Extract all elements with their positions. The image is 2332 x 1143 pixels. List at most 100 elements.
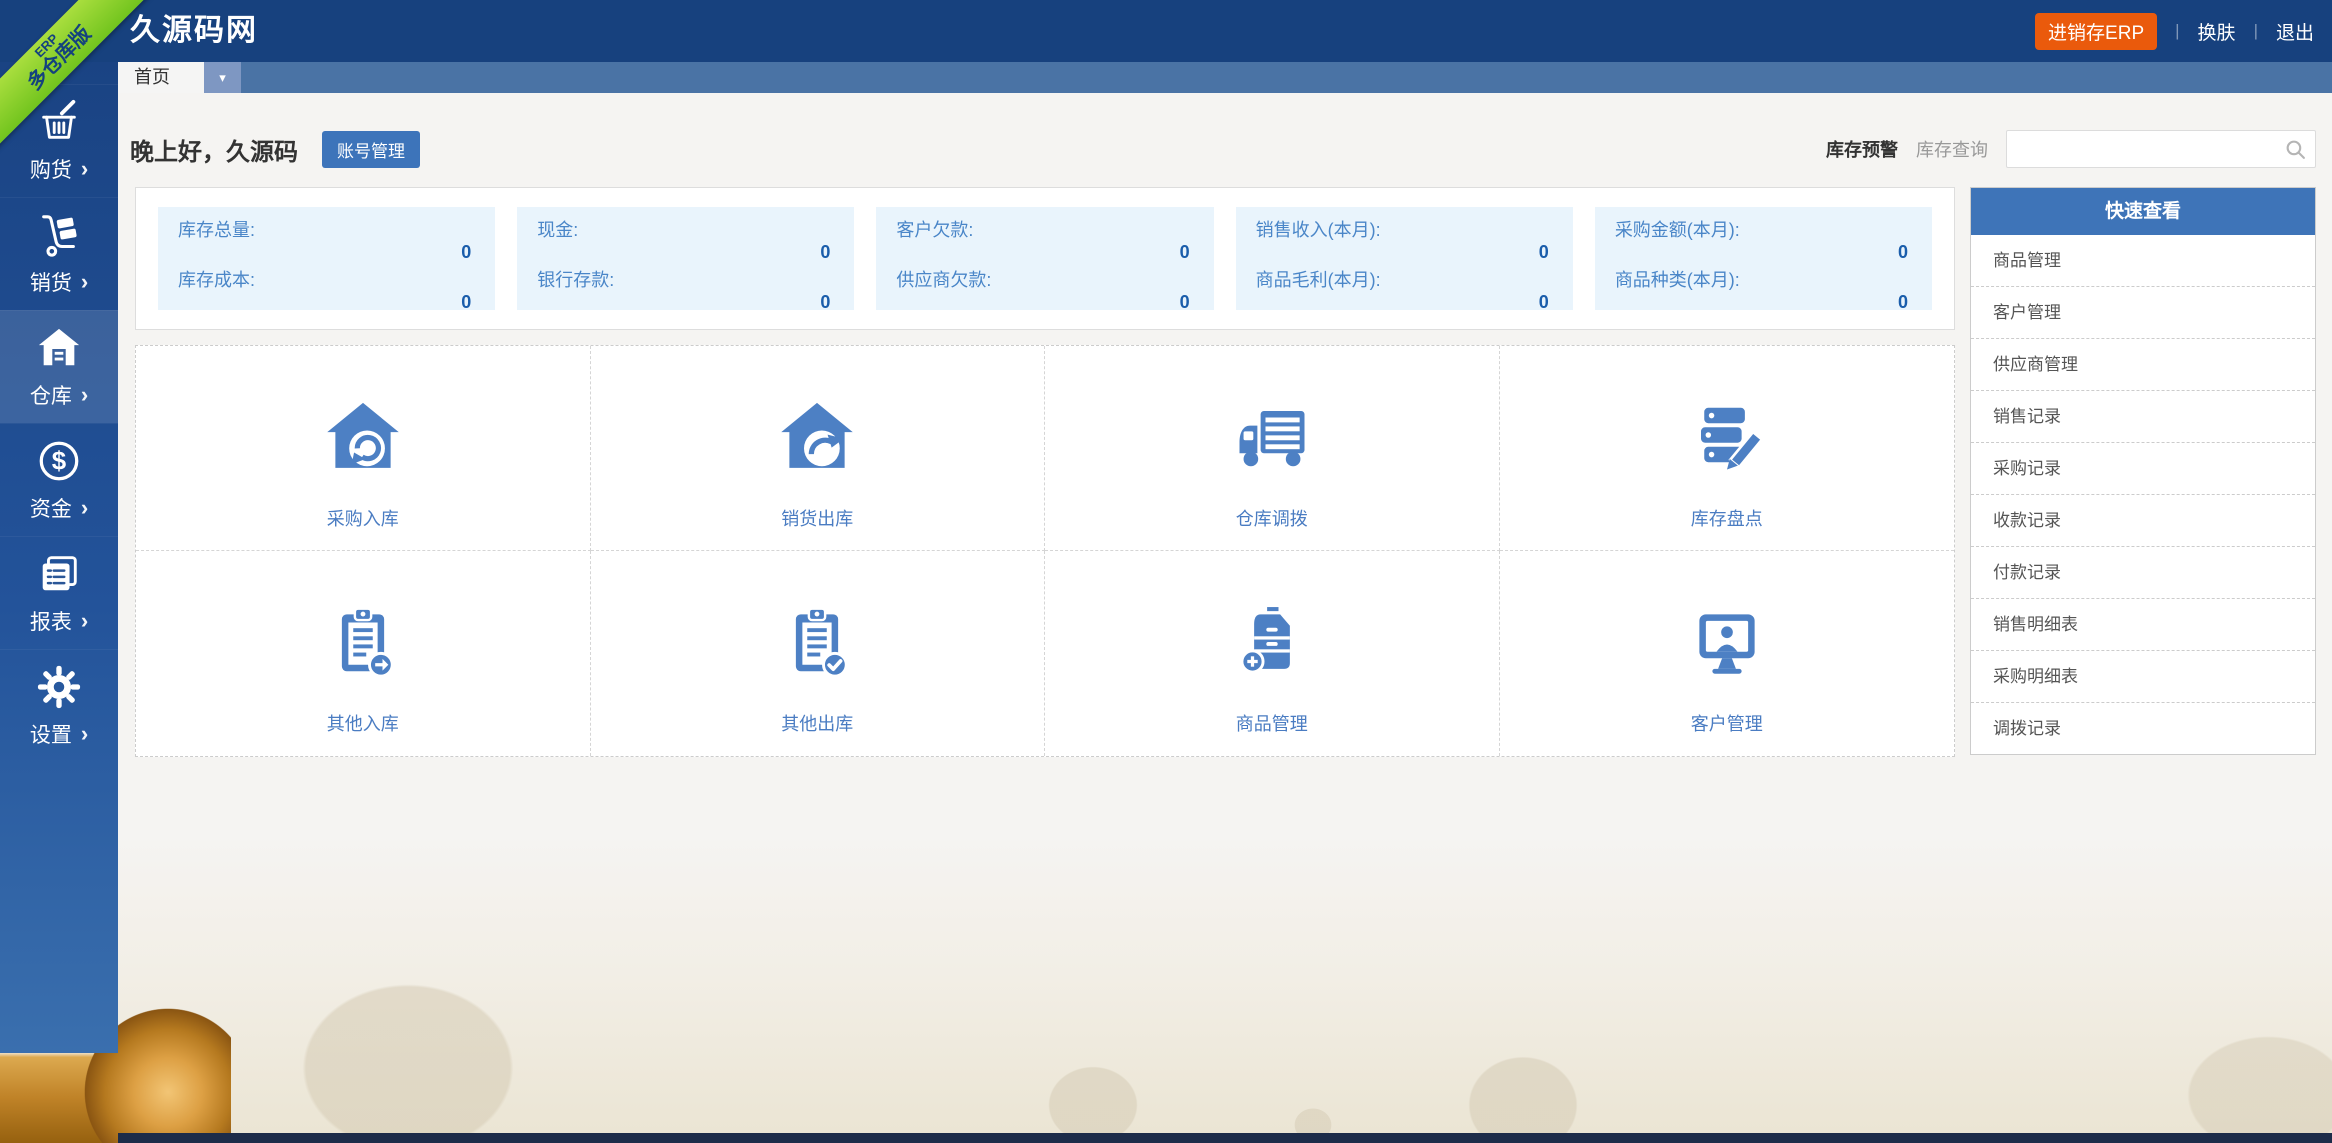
shortcut-purchase-in[interactable]: 采购入库 — [136, 346, 591, 551]
stat-value: 0 — [1898, 292, 1909, 312]
quick-view-item-sales-records[interactable]: 销售记录 — [1971, 391, 2315, 443]
sidebar-item-label: 报表 — [29, 610, 72, 634]
quick-view-panel: 快速查看 商品管理 客户管理 供应商管理 销售记录 采购记录 收款记录 付款记录… — [1970, 187, 2316, 755]
quick-view-item-transfer-records[interactable]: 调拨记录 — [1971, 703, 2315, 754]
inventory-toolbar: 库存预警 库存查询 — [1826, 130, 2316, 168]
stock-query-link[interactable]: 库存查询 — [1916, 136, 1988, 162]
shortcut-label: 客户管理 — [1690, 714, 1763, 734]
stat-value: 0 — [1898, 242, 1909, 262]
gear-icon — [36, 664, 82, 710]
erp-version-button[interactable]: 进销存ERP — [2035, 12, 2158, 50]
basket-icon — [36, 99, 82, 145]
stat-label: 库存总量: — [178, 220, 256, 240]
search-icon[interactable] — [2285, 139, 2306, 165]
header-divider: | — [2253, 21, 2258, 40]
stat-value: 0 — [1538, 242, 1549, 262]
quick-view-item-customers[interactable]: 客户管理 — [1971, 287, 2315, 339]
stat-value: 0 — [820, 242, 831, 262]
shortcut-label: 其他入库 — [326, 714, 399, 734]
shortcut-label: 采购入库 — [326, 509, 399, 529]
sidebar-item-settings[interactable]: 设置 › — [0, 649, 118, 762]
sidebar-item-reports[interactable]: 报表 › — [0, 536, 118, 649]
stats-panel: 库存总量: 0 库存成本: 0 现金: 0 银行存款: 0 客户欠款: 0 供应… — [135, 187, 1955, 330]
shortcut-sales-out[interactable]: 销货出库 — [590, 346, 1045, 551]
stat-card-purchase-month: 采购金额(本月): 0 商品种类(本月): 0 — [1594, 207, 1933, 312]
chevron-down-icon: ▾ — [219, 70, 226, 85]
sidebar-item-sales[interactable]: 销货 › — [0, 197, 118, 310]
shortcut-other-in[interactable]: 其他入库 — [136, 551, 591, 756]
quick-view-item-purchase-detail[interactable]: 采购明细表 — [1971, 651, 2315, 703]
warehouse-icon — [36, 325, 82, 371]
stat-label: 现金: — [537, 220, 579, 240]
stat-label: 库存成本: — [178, 270, 256, 290]
quick-view-item-goods[interactable]: 商品管理 — [1971, 235, 2315, 287]
tab-home[interactable]: 首页 — [118, 62, 204, 93]
clipboard-check-icon — [778, 603, 856, 686]
footer-bar — [118, 1133, 2332, 1143]
chevron-right-icon: › — [80, 494, 89, 520]
quick-view-item-sales-detail[interactable]: 销售明细表 — [1971, 599, 2315, 651]
sidebar-item-label: 设置 — [29, 723, 72, 747]
quick-view-item-suppliers[interactable]: 供应商管理 — [1971, 339, 2315, 391]
chevron-right-icon: › — [80, 720, 89, 746]
shortcut-label: 仓库调拨 — [1235, 509, 1308, 529]
monitor-user-icon — [1688, 603, 1766, 686]
greeting-text: 晚上好，久源码 — [130, 139, 298, 166]
stat-label: 商品种类(本月): — [1614, 270, 1740, 290]
shortcut-label: 库存盘点 — [1690, 509, 1763, 529]
chevron-right-icon: › — [80, 268, 89, 294]
tab-dropdown-button[interactable]: ▾ — [204, 62, 241, 93]
stat-label: 销售收入(本月): — [1255, 220, 1381, 240]
clipboard-arrow-icon — [324, 603, 402, 686]
quick-view-item-receipts[interactable]: 收款记录 — [1971, 495, 2315, 547]
app-title: 久源码网 — [130, 14, 258, 47]
report-icon — [36, 551, 82, 597]
hay-field-background-faint — [118, 833, 2332, 1133]
sidebar-item-warehouse[interactable]: 仓库 › — [0, 310, 118, 423]
shortcut-other-out[interactable]: 其他出库 — [591, 551, 1045, 756]
stock-warning-link[interactable]: 库存预警 — [1826, 136, 1898, 162]
shortcut-warehouse-transfer[interactable]: 仓库调拨 — [1045, 346, 1500, 551]
sidebar-item-label: 购货 — [29, 158, 72, 182]
shortcut-label: 商品管理 — [1235, 714, 1308, 734]
sidebar-item-label: 仓库 — [29, 384, 72, 408]
house-arrow-in-icon — [324, 398, 402, 481]
house-arrow-out-icon — [778, 398, 856, 481]
header-actions: 进销存ERP | 换肤 | 退出 — [2035, 0, 2314, 62]
shortcut-grid: 采购入库 销货出库 仓库调拨 库存盘点 其他入库 其他出库 商品管理 客户管理 — [135, 345, 1955, 757]
account-manage-button[interactable]: 账号管理 — [322, 131, 420, 168]
stat-value: 0 — [1179, 292, 1190, 312]
dollar-circle-icon: $ — [36, 438, 82, 484]
stat-label: 供应商欠款: — [896, 270, 992, 290]
trolley-icon — [36, 212, 82, 258]
tab-bar: 首页 ▾ — [118, 62, 2332, 93]
shortcut-goods-manage[interactable]: 商品管理 — [1045, 551, 1500, 756]
stat-card-inventory: 库存总量: 0 库存成本: 0 — [158, 207, 496, 312]
stat-value: 0 — [1538, 292, 1549, 312]
top-header-bar: 久源码网 进销存ERP | 换肤 | 退出 — [0, 0, 2332, 62]
stat-label: 银行存款: — [537, 270, 615, 290]
stock-search-box — [2006, 130, 2316, 168]
stat-card-sales-month: 销售收入(本月): 0 商品毛利(本月): 0 — [1235, 207, 1573, 312]
cabinet-plus-icon — [1233, 603, 1311, 686]
stack-pencil-icon — [1688, 398, 1766, 481]
sidebar-item-funds[interactable]: $ 资金 › — [0, 423, 118, 536]
logout-link[interactable]: 退出 — [2276, 18, 2314, 45]
stat-label: 客户欠款: — [896, 220, 974, 240]
shortcut-stocktake[interactable]: 库存盘点 — [1499, 346, 1954, 551]
quick-view-item-payments[interactable]: 付款记录 — [1971, 547, 2315, 599]
stat-card-cash: 现金: 0 银行存款: 0 — [517, 207, 855, 312]
shortcut-label: 其他出库 — [781, 714, 854, 734]
stat-label: 商品毛利(本月): — [1255, 270, 1381, 290]
sidebar-item-label: 销货 — [29, 271, 72, 295]
quick-view-item-purchase-records[interactable]: 采购记录 — [1971, 443, 2315, 495]
stat-value: 0 — [461, 292, 472, 312]
stat-label: 采购金额(本月): — [1614, 220, 1740, 240]
sidebar-item-purchase[interactable]: 购货 › — [0, 84, 118, 197]
stat-card-debts: 客户欠款: 0 供应商欠款: 0 — [876, 207, 1214, 312]
header-divider: | — [2175, 21, 2180, 40]
search-input[interactable] — [2017, 134, 2281, 166]
shortcut-customer-manage[interactable]: 客户管理 — [1500, 551, 1955, 756]
change-skin-link[interactable]: 换肤 — [2198, 18, 2236, 45]
stat-value: 0 — [1179, 242, 1190, 262]
